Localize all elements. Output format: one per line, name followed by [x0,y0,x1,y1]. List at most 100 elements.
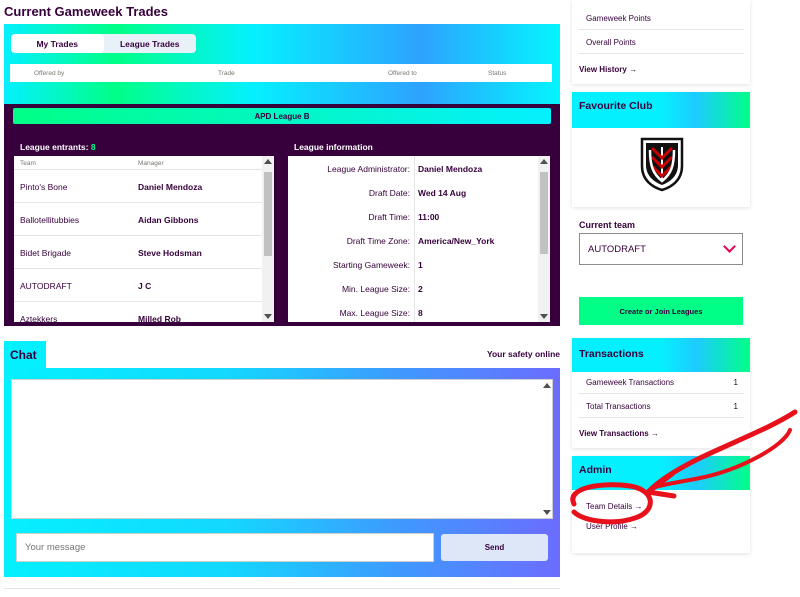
scroll-down-icon[interactable] [543,510,551,515]
entrants-table[interactable]: Team Manager Pinto's Bone Daniel Mendoza … [14,156,274,322]
transactions-card: Transactions Gameweek Transactions 1 Tota… [572,338,750,448]
transactions-title: Transactions [579,348,644,360]
scroll-down-icon[interactable] [264,314,272,319]
create-join-leagues-button[interactable]: Create or Join Leagues [579,297,743,325]
tab-my-trades[interactable]: My Trades [11,34,104,53]
fulham-crest-icon [640,137,684,192]
scroll-up-icon[interactable] [540,159,548,164]
divider [4,588,560,589]
league-name-banner: APD League B [13,108,551,124]
view-history-link[interactable]: View History → [579,65,637,74]
col-team: Team [20,160,36,167]
info-scrollbar[interactable] [538,156,550,322]
info-value: 2 [418,284,423,294]
info-label: Draft Date: [368,188,410,198]
info-row: Draft Time Zone: America/New_York [288,228,550,252]
favourite-club-title: Favourite Club [579,100,653,112]
info-value: Wed 14 Aug [418,188,467,198]
table-row[interactable]: Aztekkers Milled Rob [14,302,274,322]
scroll-thumb[interactable] [540,172,548,254]
table-row[interactable]: Bidet Brigade Steve Hodsman [14,236,274,269]
entrants-table-header: Team Manager [14,156,274,170]
league-panel: APD League B League entrants: 8 League i… [4,104,560,326]
info-row: Draft Date: Wed 14 Aug [288,180,550,204]
message-input[interactable] [16,533,434,562]
info-value: 8 [418,308,423,318]
league-info-table[interactable]: League Administrator: Daniel Mendoza Draf… [288,156,550,322]
info-label: Min. League Size: [341,284,410,294]
chat-scrollbar[interactable] [541,380,552,518]
manager-name: Milled Rob [138,314,181,322]
table-row[interactable]: Ballotellitubbies Aidan Gibbons [14,203,274,236]
sidebar-item-total-transactions[interactable]: Total Transactions 1 [579,394,744,418]
sidebar-item-gameweek-points[interactable]: Gameweek Points [579,6,744,30]
info-value: 1 [418,260,423,270]
team-name: Pinto's Bone [20,182,68,192]
item-label: Gameweek Points [586,14,651,23]
send-button[interactable]: Send [441,534,548,561]
manager-name: Daniel Mendoza [138,182,203,192]
entrants-scrollbar[interactable] [262,156,274,322]
table-row[interactable]: Pinto's Bone Daniel Mendoza [14,170,274,203]
league-entrants-heading: League entrants: 8 [20,142,96,152]
team-name: AUTODRAFT [20,281,72,291]
current-team-value: AUTODRAFT [588,244,646,255]
league-info-heading: League information [294,142,373,152]
col-status: Status [488,70,507,77]
trades-panel: My Trades League Trades Offered by Trade… [4,24,560,104]
scroll-up-icon[interactable] [543,383,551,388]
item-label: Gameweek Transactions [586,378,675,387]
current-team-label: Current team [579,220,636,230]
info-label: Starting Gameweek: [332,260,410,270]
col-offered-by: Offered by [34,70,65,77]
admin-title: Admin [579,464,612,476]
chat-title: Chat [4,341,46,368]
col-trade: Trade [218,70,235,77]
sidebar-item-overall-points[interactable]: Overall Points [579,30,744,54]
safety-online-link[interactable]: Your safety online [487,349,560,359]
trades-title: Current Gameweek Trades [4,4,169,19]
league-entrants-label: League entrants: [20,142,89,152]
info-value: Daniel Mendoza [418,164,483,174]
item-value: 1 [733,402,738,411]
item-label: Total Transactions [586,402,651,411]
scroll-up-icon[interactable] [264,159,272,164]
col-manager: Manager [138,160,164,167]
info-label: Draft Time: [368,212,410,222]
info-value: 11:00 [418,212,440,222]
chevron-down-icon [723,240,736,253]
item-label: Overall Points [586,38,636,47]
user-profile-link[interactable]: User Profile → [586,522,638,531]
info-row: Max. League Size: 8 [288,300,550,322]
view-transactions-link[interactable]: View Transactions → [579,429,659,438]
trades-table-header: Offered by Trade Offered to Status [10,64,552,82]
info-row: League Administrator: Daniel Mendoza [288,156,550,180]
info-row: Starting Gameweek: 1 [288,252,550,276]
manager-name: Steve Hodsman [138,248,202,258]
chat-header-bar [46,341,560,368]
current-team-select[interactable]: AUTODRAFT [579,233,743,265]
trades-tab-bar: My Trades League Trades [11,34,196,53]
tab-league-trades[interactable]: League Trades [104,34,197,53]
team-details-link[interactable]: Team Details → [586,502,642,511]
manager-name: J C [138,281,152,291]
info-label: League Administrator: [327,164,410,174]
scroll-thumb[interactable] [264,172,272,256]
chat-messages-area[interactable] [11,379,553,519]
favourite-club-card: Favourite Club [572,92,750,207]
table-row[interactable]: AUTODRAFT J C [14,269,274,302]
info-row: Min. League Size: 2 [288,276,550,300]
info-label: Draft Time Zone: [346,236,410,246]
team-name: Ballotellitubbies [20,215,80,225]
points-card: Gameweek Points Overall Points View Hist… [572,0,750,84]
scroll-down-icon[interactable] [540,314,548,319]
item-value: 1 [733,378,738,387]
admin-card: Admin Team Details → User Profile → [572,456,750,553]
col-offered-to: Offered to [388,70,417,77]
team-name: Aztekkers [20,314,58,322]
league-entrants-count: 8 [90,142,96,152]
info-value: America/New_York [418,236,495,246]
info-label: Max. League Size: [339,308,410,318]
team-name: Bidet Brigade [20,248,72,258]
sidebar-item-gameweek-transactions[interactable]: Gameweek Transactions 1 [579,370,744,394]
